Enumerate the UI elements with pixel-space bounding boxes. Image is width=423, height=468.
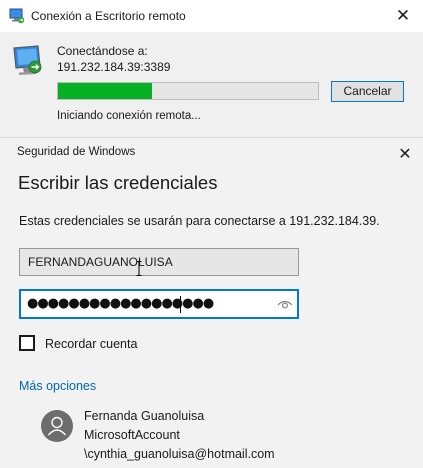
- connection-progress-bar: [57, 82, 319, 100]
- dialog-close-button[interactable]: ✕: [392, 141, 418, 167]
- rdp-title-bar: Conexión a Escritorio remoto ✕: [0, 0, 423, 32]
- dialog-title: Escribir las credenciales: [18, 172, 218, 193]
- account-avatar[interactable]: [41, 410, 73, 442]
- connection-status: Iniciando conexión remota...: [57, 110, 201, 122]
- remote-desktop-icon: [9, 8, 25, 24]
- connecting-label: Conectándose a:: [57, 44, 148, 58]
- monitor-icon: [13, 45, 42, 75]
- password-field[interactable]: ●●●●●●●●●●●●●●●●●●: [19, 289, 299, 319]
- rdp-window-title: Conexión a Escritorio remoto: [31, 9, 186, 23]
- password-reveal-icon[interactable]: [277, 297, 293, 311]
- connection-address: 191.232.184.39:3389: [57, 60, 171, 74]
- windows-security-dialog: Seguridad de Windows ✕ Escribir las cred…: [0, 138, 423, 468]
- user-avatar-icon: [47, 416, 67, 436]
- close-icon: ✕: [395, 6, 411, 26]
- close-icon: ✕: [398, 144, 412, 163]
- rdp-close-button[interactable]: ✕: [388, 2, 418, 30]
- more-options-link[interactable]: Más opciones: [19, 379, 96, 393]
- dialog-description: Estas credenciales se usarán para conect…: [19, 214, 380, 228]
- remember-account-label[interactable]: Recordar cuenta: [45, 337, 137, 351]
- account-email: \cynthia_guanoluisa@hotmail.com: [84, 447, 275, 461]
- username-field[interactable]: FERNANDAGUANOLUISA: [19, 248, 299, 276]
- remote-desktop-window: Conexión a Escritorio remoto ✕ Conectánd…: [0, 0, 423, 138]
- remember-account-checkbox[interactable]: [19, 335, 35, 351]
- account-name[interactable]: Fernanda Guanoluisa: [84, 409, 204, 423]
- cancel-button[interactable]: Cancelar: [331, 81, 404, 102]
- password-masked-value: ●●●●●●●●●●●●●●●●●●: [27, 296, 214, 311]
- account-type: MicrosoftAccount: [84, 428, 180, 442]
- dialog-header: Seguridad de Windows: [17, 146, 136, 158]
- text-caret: [180, 296, 181, 313]
- mouse-cursor-icon: [136, 261, 142, 276]
- progress-fill: [58, 83, 152, 99]
